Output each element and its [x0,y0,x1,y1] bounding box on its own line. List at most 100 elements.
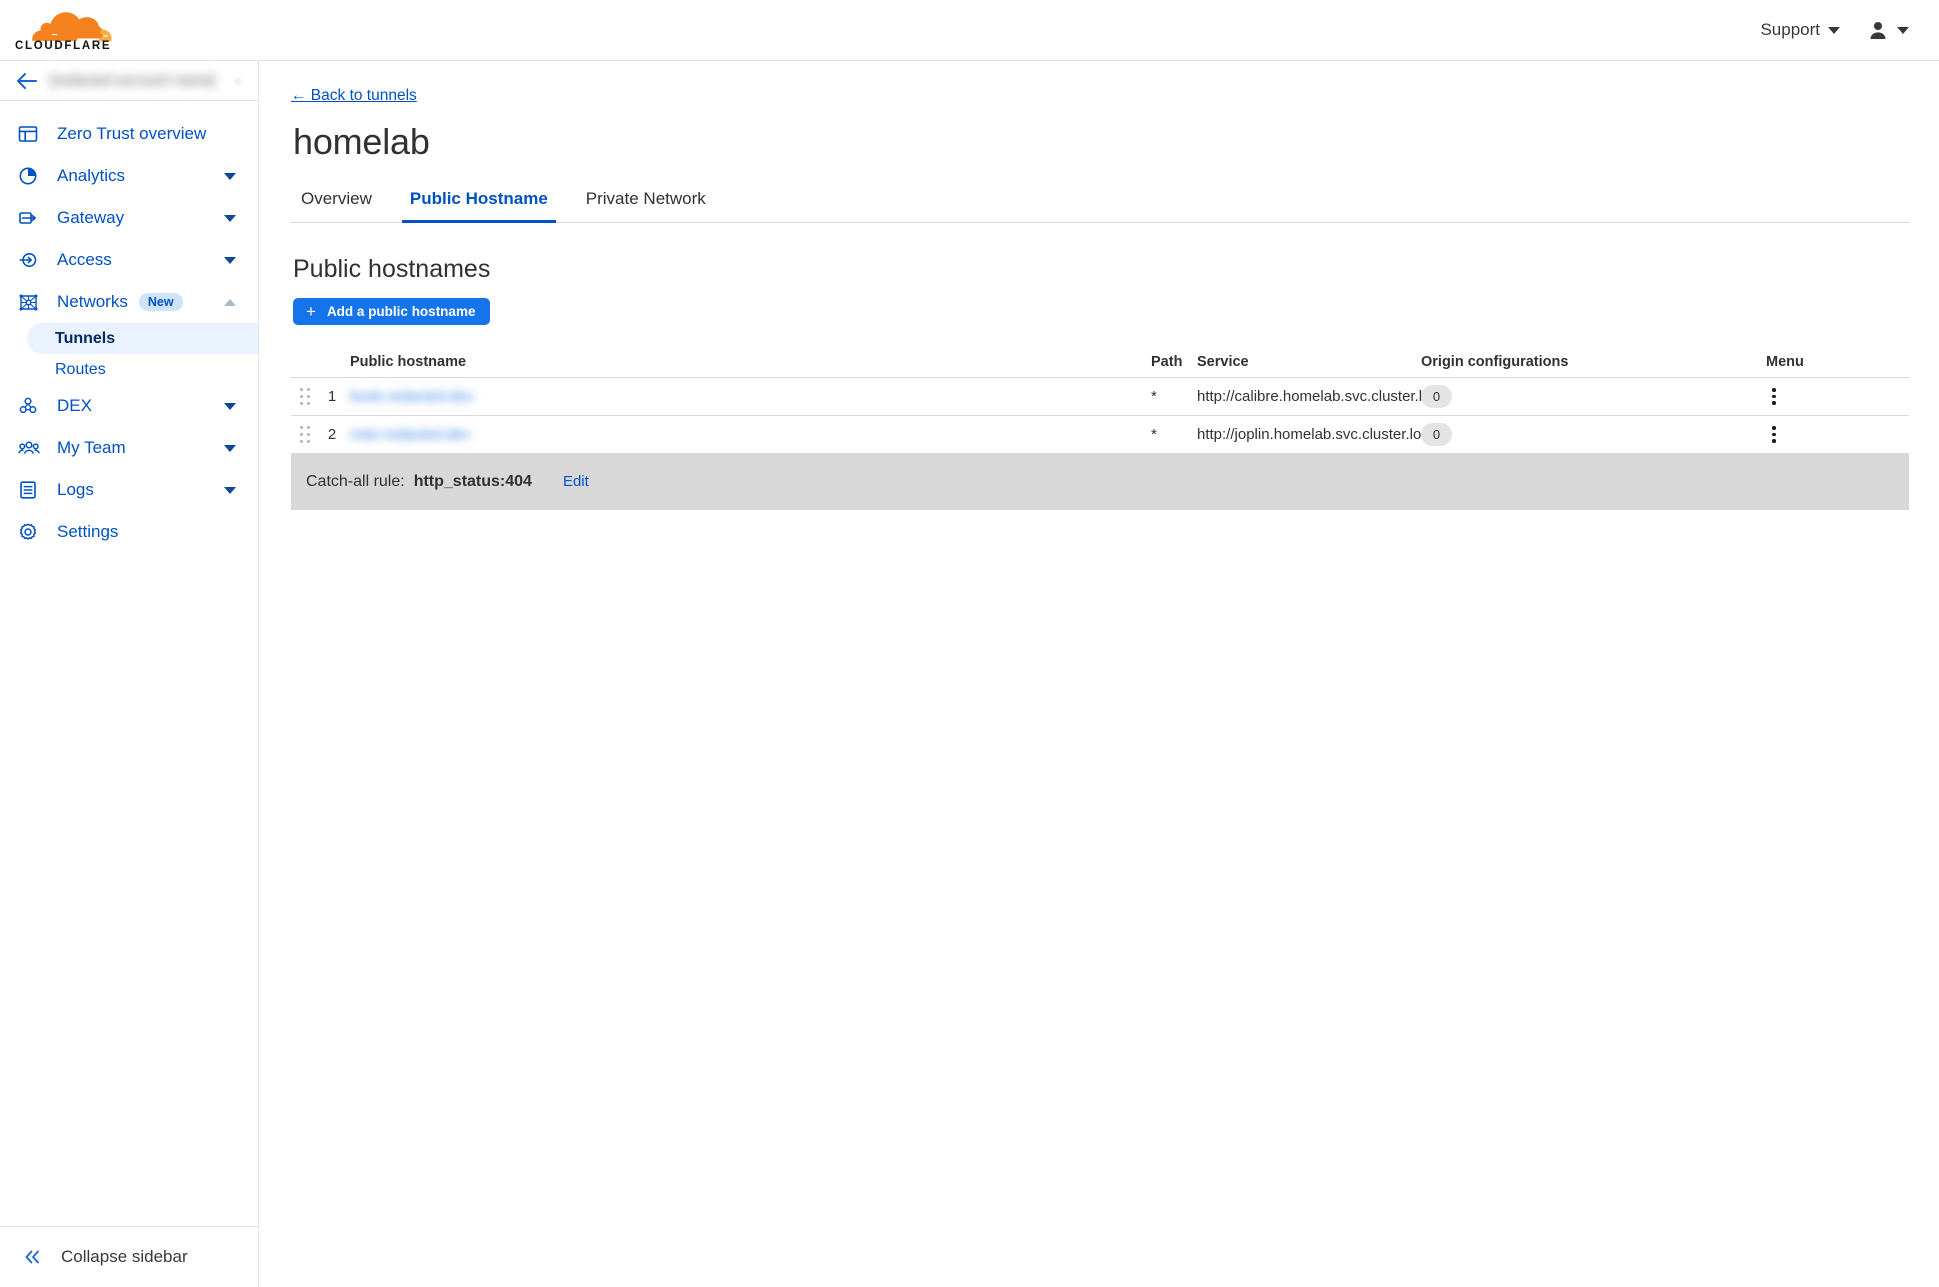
chevron-down-icon [1828,26,1840,34]
sidebar-item-settings[interactable]: Settings [0,511,258,553]
account-name: [redacted account name] [50,72,216,89]
sidebar-item-gateway[interactable]: Gateway [0,197,258,239]
row-service: http://joplin.homelab.svc.cluster.local [1197,426,1441,443]
cloudflare-logo-icon: CLOUDFLARE [15,12,112,51]
column-header-public-hostname: Public hostname [350,354,467,370]
tab-overview[interactable]: Overview [293,183,380,223]
sidebar-item-label: Gateway [57,208,125,227]
tab-public-hostname[interactable]: Public Hostname [401,183,556,223]
svg-text:CLOUDFLARE: CLOUDFLARE [15,40,111,51]
sidebar: [redacted account name] › Zero Trust ove… [0,61,259,1287]
team-people-icon [18,438,44,458]
sidebar-item-label: Settings [57,522,119,541]
sidebar-item-networks[interactable]: Networks New [0,281,258,323]
kebab-menu-icon[interactable] [1766,388,1782,405]
column-header-menu: Menu [1766,354,1804,370]
public-hostname-link[interactable]: book.redacted.dev [350,388,473,405]
sidebar-item-logs[interactable]: Logs [0,469,258,511]
plus-icon: + [306,302,316,321]
collapse-sidebar-button[interactable]: Collapse sidebar [0,1227,258,1287]
drag-handle-icon[interactable] [291,387,319,406]
row-service: http://calibre.homelab.svc.cluster.local [1197,388,1450,405]
row-menu[interactable] [1766,388,1846,405]
account-selector[interactable]: [redacted account name] › [0,61,258,101]
chevron-down-icon [224,444,236,452]
sidebar-item-label: Access [57,250,112,269]
sidebar-item-tunnels[interactable]: Tunnels [27,323,258,354]
kebab-menu-icon[interactable] [1766,426,1782,443]
sidebar-item-label: Logs [57,480,94,499]
add-public-hostname-button[interactable]: + Add a public hostname [293,298,491,325]
chevron-down-icon [224,214,236,222]
top-bar: CLOUDFLARE Support [0,0,1939,61]
table-row: 1 book.redacted.dev * http://calibre.hom… [291,377,1909,415]
row-public-hostname[interactable]: note.redacted.dev [345,426,1151,443]
pie-chart-icon [18,166,44,186]
drag-handle-icon[interactable] [291,425,319,444]
row-public-hostname[interactable]: book.redacted.dev [345,388,1151,405]
back-to-tunnels-link[interactable]: ← Back to tunnels [291,87,417,105]
row-path: * [1151,426,1157,443]
chevron-right-icon: › [236,73,240,88]
catch-all-rule-bar: Catch-all rule: http_status:404 Edit [291,453,1909,510]
origin-count-badge: 0 [1421,423,1452,446]
top-bar-right: Support [1760,20,1917,40]
arrow-left-icon [16,72,38,89]
support-label: Support [1760,20,1820,39]
gateway-arrow-icon [18,208,44,228]
column-header-path: Path [1151,354,1183,370]
sidebar-item-label: DEX [57,396,92,415]
cloudflare-logo[interactable]: CLOUDFLARE [14,9,132,51]
sidebar-item-dex[interactable]: DEX [0,385,258,427]
row-index: 2 [327,426,337,443]
public-hostnames-table: Public hostname Path Service Origin conf… [291,347,1909,510]
sidebar-item-my-team[interactable]: My Team [0,427,258,469]
chevron-down-icon [224,256,236,264]
window-overview-icon [18,124,44,144]
row-origin-configurations: 0 [1421,423,1766,446]
chevron-down-icon [224,486,236,494]
sidebar-item-zero-trust-overview[interactable]: Zero Trust overview [0,113,258,155]
tab-private-network[interactable]: Private Network [578,183,714,223]
section-title: Public hostnames [293,255,491,283]
page-title: homelab [293,121,430,162]
dex-molecule-icon [18,396,44,416]
sidebar-item-routes[interactable]: Routes [27,354,258,385]
sidebar-nav: Zero Trust overview Analytics Gateway Ac… [0,101,258,1227]
column-header-service: Service [1197,354,1249,370]
public-hostname-link[interactable]: note.redacted.dev [350,426,470,443]
collapse-sidebar-label: Collapse sidebar [61,1247,188,1266]
chevron-down-icon [224,402,236,410]
user-menu[interactable] [1868,20,1909,40]
sidebar-subitem-label: Tunnels [55,329,116,347]
main-content: ← Back to tunnels homelab Overview Publi… [260,61,1939,1287]
sidebar-new-badge: New [138,292,183,312]
sidebar-item-access[interactable]: Access [0,239,258,281]
row-origin-configurations: 0 [1421,385,1766,408]
chevron-down-icon [1897,26,1909,34]
row-path: * [1151,388,1157,405]
catch-all-edit-link[interactable]: Edit [563,473,589,490]
chevron-up-icon [224,298,236,306]
sidebar-item-analytics[interactable]: Analytics [0,155,258,197]
table-row: 2 note.redacted.dev * http://joplin.home… [291,415,1909,453]
tab-bar: Overview Public Hostname Private Network [291,183,1909,223]
sidebar-item-label: Zero Trust overview [57,124,207,143]
access-circle-arrow-icon [18,250,44,270]
network-nodes-icon [18,292,44,313]
sidebar-item-label: Networks [57,292,128,311]
user-avatar-icon [1870,22,1886,39]
catch-all-value: http_status:404 [413,472,532,490]
double-chevron-left-icon [25,1250,39,1264]
chevron-down-icon [224,172,236,180]
row-menu[interactable] [1766,426,1846,443]
sidebar-item-label: My Team [57,438,126,457]
catch-all-label: Catch-all rule: [306,472,405,490]
add-public-hostname-label: Add a public hostname [326,304,476,319]
sidebar-item-label: Analytics [57,166,126,185]
logs-list-icon [18,480,44,500]
sidebar-subitem-label: Routes [55,360,106,378]
origin-count-badge: 0 [1421,385,1452,408]
support-menu[interactable]: Support [1760,20,1840,40]
gear-icon [18,522,44,542]
